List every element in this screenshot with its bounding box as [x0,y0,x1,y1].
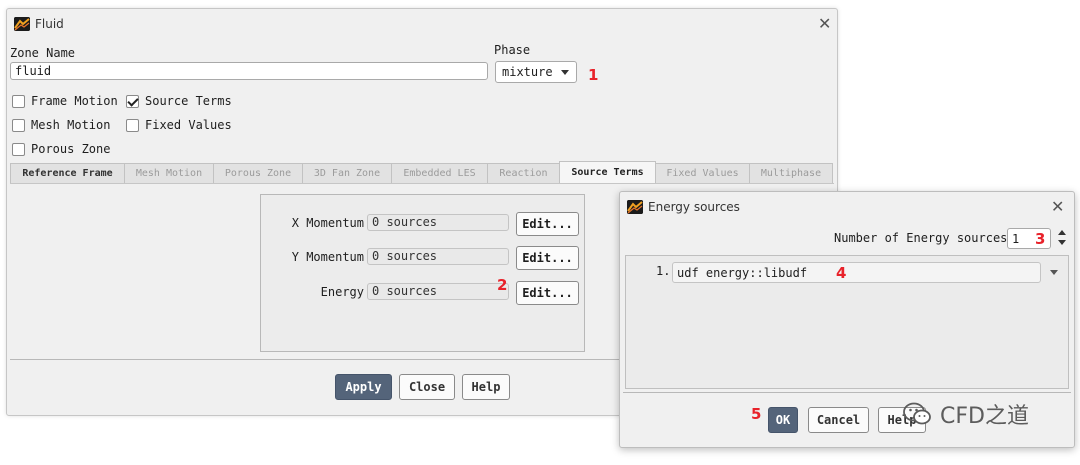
help-button[interactable]: Help [462,374,510,400]
energy-label: Energy [320,285,364,299]
ansys-logo-icon [627,200,643,214]
phase-label: Phase [494,43,531,57]
fluid-title: Fluid [35,17,64,31]
energy-count-label: Number of Energy sources [834,231,1008,245]
wechat-icon [903,402,931,425]
energy-button-separator [623,392,1071,393]
marker-4: 4 [836,264,847,282]
phase-dropdown[interactable]: mixture [495,61,577,83]
tab-multiphase[interactable]: Multiphase [749,163,833,183]
energy-close-icon[interactable]: ✕ [1051,199,1064,215]
x-momentum-label: X Momentum [291,216,364,230]
watermark: CFD之道 [902,398,1029,430]
checkbox-label: Porous Zone [31,142,111,156]
y-momentum-sources: 0 sources [367,248,509,265]
checkbox-label: Source Terms [145,94,232,108]
energy-source-value: udf energy::libudf [677,266,808,280]
zone-name-input[interactable]: fluid [10,62,488,80]
checkbox-box[interactable] [12,118,25,132]
chevron-down-icon [561,70,569,75]
y-momentum-row: Y Momentum 0 sources Edit... [261,246,584,270]
marker-3: 3 [1035,230,1046,248]
checkbox-box[interactable] [12,142,25,156]
energy-edit-button[interactable]: Edit... [516,281,579,305]
fluid-titlebar[interactable]: Fluid ✕ [7,9,837,39]
checkbox-label: Frame Motion [31,94,118,108]
frame-motion-checkbox[interactable]: Frame Motion [12,93,118,109]
ok-button[interactable]: OK [768,407,798,433]
checkbox-box[interactable] [12,94,25,108]
entry-index: 1. [656,264,671,278]
mesh-motion-checkbox[interactable]: Mesh Motion [12,117,110,133]
fixed-values-checkbox[interactable]: Fixed Values [126,117,232,133]
y-momentum-edit-button[interactable]: Edit... [516,246,579,270]
chevron-down-icon[interactable] [1050,270,1058,275]
y-momentum-label: Y Momentum [291,250,364,264]
x-momentum-sources: 0 sources [367,214,509,231]
phase-dropdown-value: mixture [502,65,553,79]
watermark-text: CFD之道 [940,404,1029,429]
energy-sources-list: 1. udf energy::libudf 4 [625,255,1069,389]
checkbox-label: Mesh Motion [31,118,111,132]
tab-source-terms[interactable]: Source Terms [559,161,656,183]
close-button[interactable]: Close [399,374,455,400]
energy-titlebar[interactable]: Energy sources ✕ [620,192,1074,222]
zone-name-label: Zone Name [10,46,76,60]
cancel-button[interactable]: Cancel [808,407,869,433]
energy-row: Energy 0 sources Edit... [261,281,584,305]
porous-zone-checkbox[interactable]: Porous Zone [12,141,110,157]
tab-porous-zone[interactable]: Porous Zone [213,163,303,183]
tab-embedded-les[interactable]: Embedded LES [391,163,488,183]
checkbox-box[interactable] [126,118,139,132]
x-momentum-edit-button[interactable]: Edit... [516,212,579,236]
fluid-close-icon[interactable]: ✕ [818,16,831,32]
apply-button[interactable]: Apply [335,374,392,400]
marker-5: 5 [751,405,762,423]
spin-down-icon[interactable] [1058,240,1066,245]
source-terms-panel: X Momentum 0 sources Edit... Y Momentum … [260,194,585,352]
checkbox-box-checked[interactable] [126,94,139,108]
marker-2: 2 [497,276,508,294]
source-terms-checkbox[interactable]: Source Terms [126,93,232,109]
tab-reference-frame[interactable]: Reference Frame [10,163,125,183]
tab-3d-fan-zone[interactable]: 3D Fan Zone [302,163,392,183]
tab-mesh-motion[interactable]: Mesh Motion [124,163,214,183]
ansys-logo-icon [14,17,30,31]
checkbox-label: Fixed Values [145,118,232,132]
spin-up-icon[interactable] [1058,230,1066,235]
tab-fixed-values[interactable]: Fixed Values [655,163,750,183]
energy-title: Energy sources [648,200,740,214]
tab-reaction[interactable]: Reaction [487,163,560,183]
marker-1: 1 [588,66,599,84]
energy-sources: 0 sources [367,283,509,300]
tab-divider [10,183,834,184]
x-momentum-row: X Momentum 0 sources Edit... [261,212,584,236]
zone-tabs: Reference Frame Mesh Motion Porous Zone … [10,161,833,183]
energy-source-dropdown[interactable]: udf energy::libudf [672,262,1041,283]
